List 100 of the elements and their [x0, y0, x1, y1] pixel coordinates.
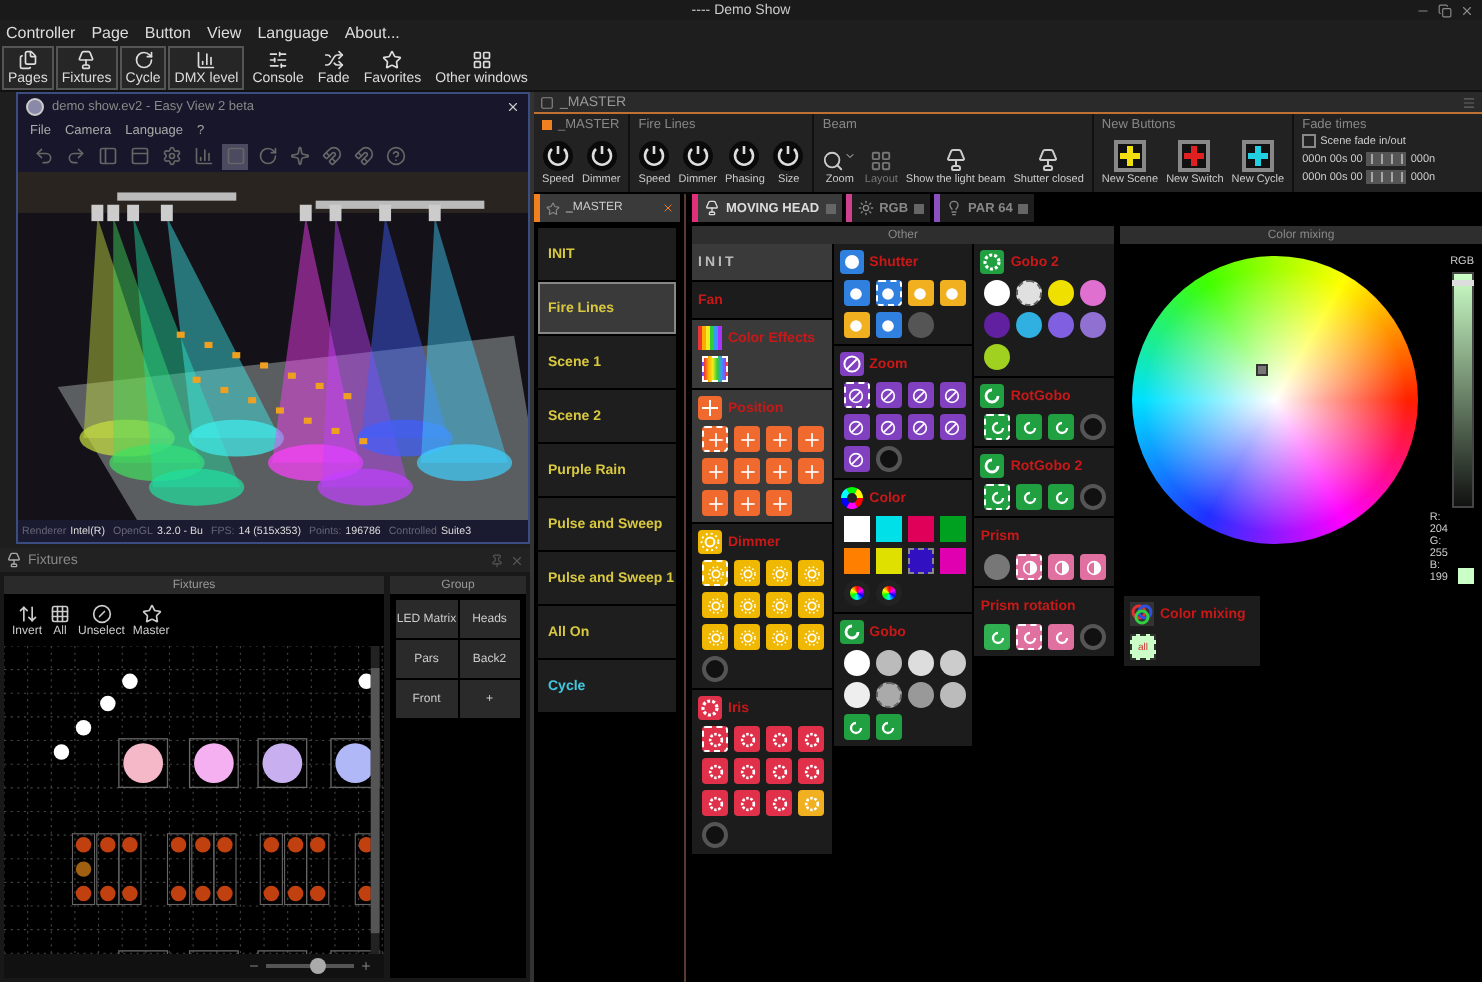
gobo-button[interactable]: [875, 682, 902, 708]
preset-button[interactable]: [875, 312, 902, 338]
preset-button[interactable]: [843, 312, 870, 338]
preset-button[interactable]: [1048, 414, 1075, 440]
picker-marker-icon[interactable]: [1256, 364, 1268, 376]
close-icon[interactable]: [1460, 3, 1474, 17]
preset-button[interactable]: [984, 484, 1011, 510]
color-swatch[interactable]: [875, 548, 902, 574]
color-swatch[interactable]: [907, 516, 934, 542]
viewer-tool-button[interactable]: [30, 143, 56, 169]
gobo-button[interactable]: [1048, 280, 1075, 306]
preset-button[interactable]: [766, 758, 792, 784]
preset-button[interactable]: [1048, 554, 1075, 580]
viewer-tool-button[interactable]: [254, 143, 280, 169]
color-wheel-button[interactable]: [875, 580, 902, 606]
checkbox[interactable]: [1302, 134, 1317, 148]
preset-button[interactable]: [702, 726, 728, 752]
menu-item[interactable]: About...: [344, 24, 400, 42]
preset-button[interactable]: [939, 414, 966, 440]
knob[interactable]: [638, 140, 671, 172]
menu-item[interactable]: Page: [91, 24, 129, 42]
gobo-button[interactable]: [907, 682, 934, 708]
color-wheel-button[interactable]: [843, 580, 870, 606]
knob[interactable]: [542, 140, 574, 172]
preset-button[interactable]: [843, 280, 870, 306]
gobo-button[interactable]: [907, 650, 934, 676]
preset-button[interactable]: [907, 382, 934, 408]
preset-button[interactable]: [798, 758, 824, 784]
viewer-tool-button[interactable]: [190, 143, 216, 169]
preset-button[interactable]: [843, 714, 870, 740]
preset-button[interactable]: [907, 414, 934, 440]
rgb-slider[interactable]: [1452, 272, 1474, 508]
menu-item[interactable]: View: [207, 24, 242, 42]
preset-button[interactable]: [1048, 624, 1075, 650]
preset-button[interactable]: [875, 714, 902, 740]
menu-item[interactable]: Controller: [6, 24, 76, 42]
preset-button[interactable]: [984, 414, 1011, 440]
tab-menu-icon[interactable]: [1018, 203, 1029, 213]
viewer-tool-button[interactable]: [382, 143, 408, 169]
gobo-button[interactable]: [1080, 280, 1107, 306]
preset-button[interactable]: [734, 726, 760, 752]
viewer-tool-button[interactable]: [94, 143, 120, 169]
knob[interactable]: [728, 140, 761, 172]
preset-button[interactable]: [798, 726, 824, 752]
gobo-button[interactable]: [1016, 280, 1043, 306]
knob[interactable]: [681, 140, 714, 172]
preset-button[interactable]: [875, 382, 902, 408]
preset-button[interactable]: [875, 280, 902, 306]
preset-button[interactable]: [939, 382, 966, 408]
color-swatch[interactable]: [843, 548, 870, 574]
color-swatch[interactable]: [939, 548, 966, 574]
gobo-button[interactable]: [843, 682, 870, 708]
preset-button[interactable]: [734, 790, 760, 816]
preset-button[interactable]: [907, 280, 934, 306]
gobo-button[interactable]: [939, 682, 966, 708]
preset-button[interactable]: [766, 726, 792, 752]
preset-button[interactable]: [702, 790, 728, 816]
preset-button[interactable]: [1080, 554, 1107, 580]
preset-button[interactable]: [1048, 484, 1075, 510]
preset-button[interactable]: [875, 414, 902, 440]
gobo-button[interactable]: [843, 650, 870, 676]
preset-button[interactable]: [984, 624, 1011, 650]
gobo-button[interactable]: [939, 650, 966, 676]
color-swatch[interactable]: [875, 516, 902, 542]
viewer-tool-button[interactable]: [222, 143, 248, 169]
preset-button[interactable]: [1016, 554, 1043, 580]
preset-button[interactable]: [939, 280, 966, 306]
preset-button[interactable]: [843, 414, 870, 440]
plus-icon[interactable]: [360, 960, 372, 972]
preset-button[interactable]: [1016, 484, 1043, 510]
slider-thumb[interactable]: [1452, 280, 1474, 287]
knob[interactable]: [772, 140, 805, 172]
preset-button[interactable]: [702, 758, 728, 784]
slider-thumb[interactable]: [310, 958, 327, 974]
preset-button[interactable]: [843, 382, 870, 408]
preset-button[interactable]: [1016, 624, 1043, 650]
menu-item[interactable]: Language: [257, 24, 329, 42]
viewer-tool-button[interactable]: [158, 143, 184, 169]
color-swatch[interactable]: [843, 516, 870, 542]
effect-button[interactable]: [702, 356, 728, 382]
tab-menu-icon[interactable]: [914, 203, 925, 213]
preset-button[interactable]: [843, 446, 870, 472]
circle-icon: [878, 283, 899, 303]
menu-item[interactable]: Button: [144, 24, 192, 42]
viewer-tool-button[interactable]: [126, 143, 152, 169]
viewer-tool-button[interactable]: [286, 143, 312, 169]
preset-button[interactable]: [734, 758, 760, 784]
color-swatch[interactable]: [907, 548, 934, 574]
rotate-icon: [133, 50, 154, 70]
color-swatch[interactable]: [939, 516, 966, 542]
restore-icon[interactable]: [1438, 3, 1452, 17]
gobo-button[interactable]: [984, 280, 1011, 306]
viewer-tool-button[interactable]: [318, 143, 344, 169]
preset-button[interactable]: [766, 790, 792, 816]
preset-button[interactable]: [1016, 414, 1043, 440]
knob[interactable]: [585, 140, 618, 172]
gobo-button[interactable]: [984, 344, 1011, 370]
gobo-button[interactable]: [875, 650, 902, 676]
viewer-tool-button[interactable]: [350, 143, 376, 169]
gobo-button[interactable]: [1016, 312, 1043, 338]
